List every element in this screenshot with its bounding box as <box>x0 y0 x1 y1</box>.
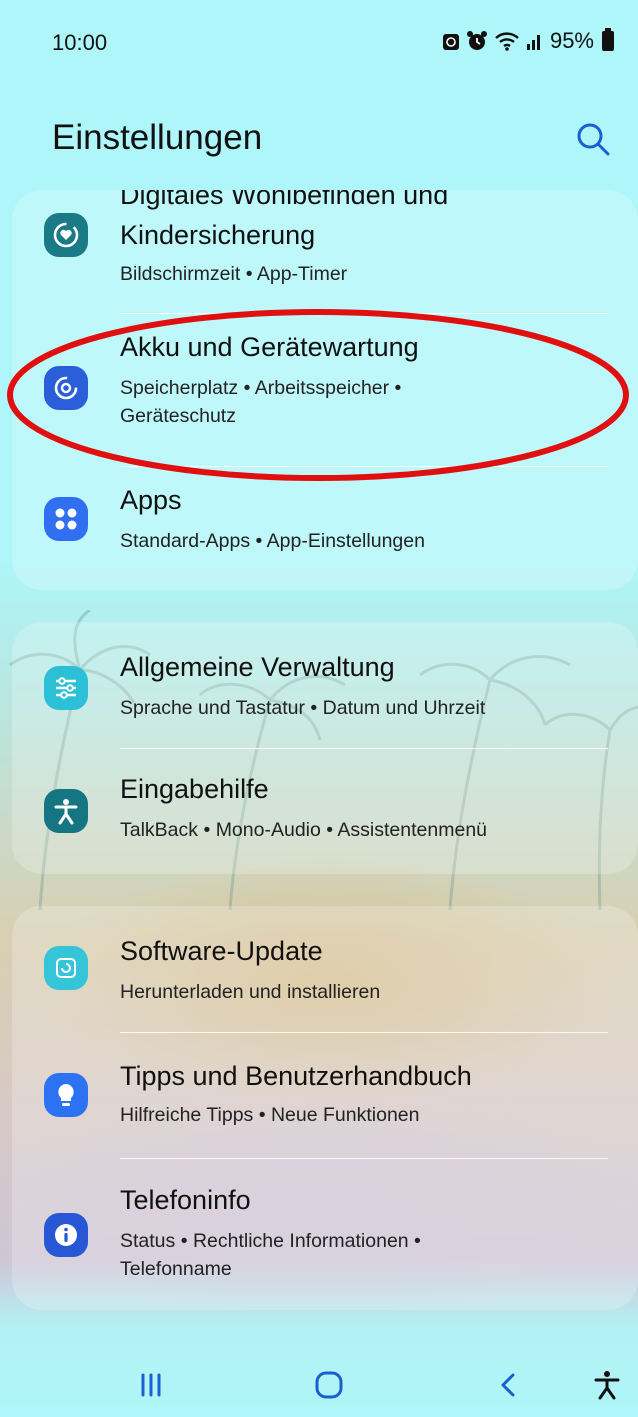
general-management-icon <box>44 666 88 710</box>
apps-icon <box>44 497 88 541</box>
settings-item-subtitle: TalkBack • Mono-Audio • Assistentenmenü <box>120 819 488 841</box>
settings-item-general-management[interactable]: Allgemeine Verwaltung Sprache und Tastat… <box>12 622 638 748</box>
battery-percentage: 95% <box>549 28 594 53</box>
tips-icon <box>44 1073 88 1117</box>
status-time: 10:00 <box>52 30 108 55</box>
info-icon <box>44 1213 88 1257</box>
home-icon[interactable] <box>304 1360 354 1410</box>
settings-item-tips[interactable]: Tipps und Benutzerhandbuch Hilfreiche Ti… <box>12 1033 638 1158</box>
settings-item-accessibility[interactable]: Eingabehilfe TalkBack • Mono-Audio • Ass… <box>12 749 638 874</box>
recent-apps-icon[interactable] <box>126 1360 176 1410</box>
settings-item-subtitle: Hilfreiche Tipps • Neue Funktionen <box>120 1104 420 1126</box>
highlight-annotation-ellipse <box>7 309 629 481</box>
software-update-icon <box>44 946 88 990</box>
settings-item-phone-info[interactable]: Telefoninfo Status • Rechtliche Informat… <box>12 1159 638 1309</box>
settings-group-2: Allgemeine Verwaltung Sprache und Tastat… <box>12 622 638 874</box>
recycle-notification-icon <box>442 34 459 50</box>
settings-item-apps[interactable]: Apps Standard-Apps • App-Einstellungen <box>12 467 638 587</box>
settings-item-subtitle: Status • Rechtliche Informationen • <box>120 1230 421 1252</box>
settings-item-subtitle: Sprache und Tastatur • Datum und Uhrzeit <box>120 697 486 719</box>
back-icon[interactable] <box>484 1360 534 1410</box>
accessibility-shortcut-icon[interactable] <box>582 1360 632 1410</box>
search-icon[interactable] <box>574 120 612 158</box>
settings-item-title: Eingabehilfe <box>120 774 269 804</box>
settings-item-title: Telefoninfo <box>120 1185 251 1215</box>
wifi-icon <box>495 32 519 51</box>
settings-item-title: Tipps und Benutzerhandbuch <box>120 1061 472 1091</box>
settings-item-title: Allgemeine Verwaltung <box>120 652 395 682</box>
digital-wellbeing-icon <box>44 213 88 257</box>
settings-item-title: Digitales Wohlbefinden und <box>120 190 449 210</box>
settings-item-subtitle-line2: Telefonname <box>120 1258 232 1280</box>
accessibility-icon <box>44 789 88 833</box>
settings-group-3: Software-Update Herunterladen und instal… <box>12 906 638 1310</box>
alarm-icon <box>466 31 487 50</box>
page-title: Einstellungen <box>52 118 263 157</box>
status-bar: 10:00 95% <box>0 0 638 90</box>
settings-item-subtitle: Bildschirmzeit • App-Timer <box>120 263 348 285</box>
status-icons: 95% <box>442 28 614 54</box>
settings-item-subtitle: Herunterladen und installieren <box>120 981 381 1003</box>
settings-item-title: Apps <box>120 485 182 515</box>
settings-item-subtitle: Standard-Apps • App-Einstellungen <box>120 530 425 552</box>
signal-icon <box>526 35 540 50</box>
navigation-bar <box>0 1350 638 1417</box>
settings-item-software-update[interactable]: Software-Update Herunterladen und instal… <box>12 906 638 1032</box>
settings-item-title-line2: Kindersicherung <box>120 220 316 250</box>
settings-item-digital-wellbeing[interactable]: Digitales Wohlbefinden und Kindersicheru… <box>12 190 638 310</box>
settings-item-title: Software-Update <box>120 936 323 966</box>
battery-icon <box>602 28 614 51</box>
